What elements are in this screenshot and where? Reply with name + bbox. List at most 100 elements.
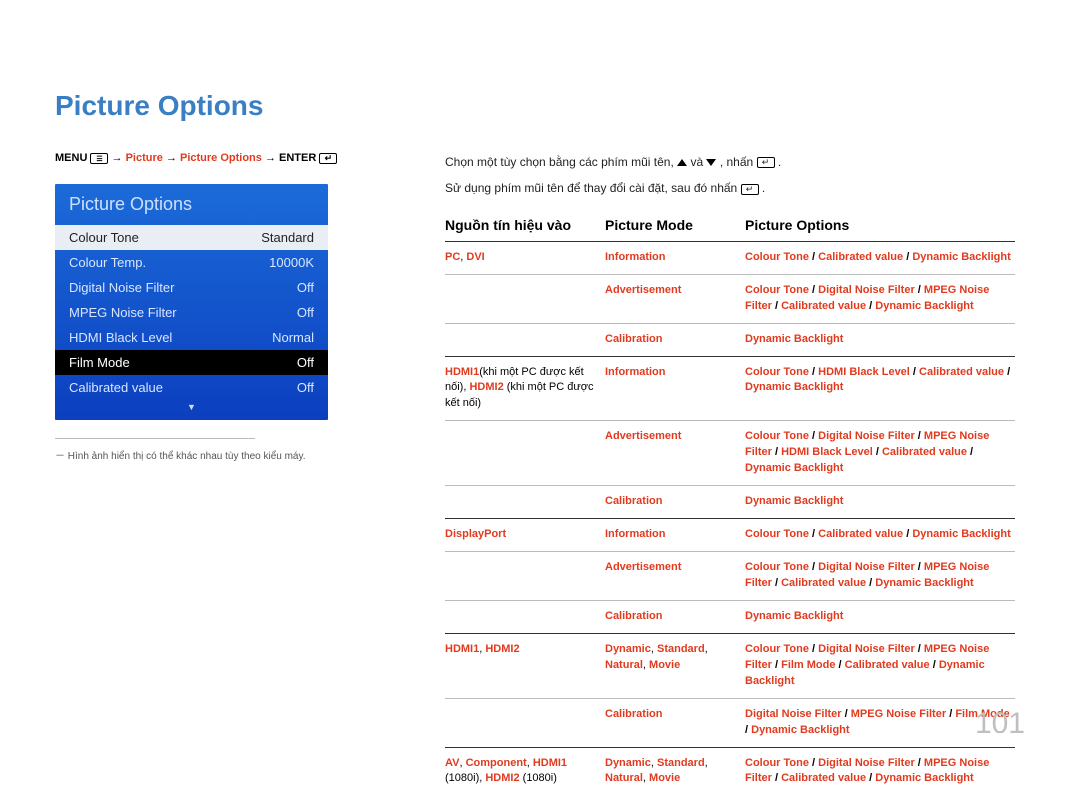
osd-label: Colour Temp. (69, 255, 146, 270)
osd-label: Film Mode (69, 355, 130, 370)
arrow-down-icon (706, 159, 716, 166)
cell-mode: Dynamic, Standard, Natural, Movie (605, 642, 745, 690)
table-row: CalibrationDynamic Backlight (445, 600, 1015, 633)
cell-source (445, 609, 605, 625)
osd-panel: Picture Options Colour ToneStandardColou… (55, 184, 328, 420)
chevron-down-icon: ▼ (55, 400, 328, 412)
osd-value: 10000K (269, 255, 314, 270)
cell-mode: Information (605, 365, 745, 413)
cell-options: Dynamic Backlight (745, 332, 1015, 348)
table-row: CalibrationDigital Noise Filter / MPEG N… (445, 698, 1015, 747)
cell-options: Colour Tone / Digital Noise Filter / MPE… (745, 283, 1015, 315)
table-row: HDMI1, HDMI2Dynamic, Standard, Natural, … (445, 634, 1015, 698)
table-row: AV, Component, HDMI1 (1080i), HDMI2 (108… (445, 748, 1015, 795)
cell-mode: Calibration (605, 332, 745, 348)
cell-source (445, 332, 605, 348)
breadcrumb-p2: Picture Options (180, 152, 262, 164)
cell-mode: Advertisement (605, 429, 745, 477)
instruction-1: Chọn một tùy chọn bằng các phím mũi tên,… (445, 152, 1025, 172)
cell-source: DisplayPort (445, 527, 605, 543)
cell-options: Colour Tone / Digital Noise Filter / MPE… (745, 642, 1015, 690)
cell-options: Colour Tone / Digital Noise Filter / MPE… (745, 756, 1015, 788)
table-group: AV, Component, HDMI1 (1080i), HDMI2 (108… (445, 747, 1015, 795)
table-row: CalibrationDynamic Backlight (445, 323, 1015, 356)
cell-options: Colour Tone / Calibrated value / Dynamic… (745, 250, 1015, 266)
table-row: AdvertisementColour Tone / Digital Noise… (445, 420, 1015, 485)
cell-mode: Information (605, 527, 745, 543)
cell-options: Colour Tone / Calibrated value / Dynamic… (745, 527, 1015, 543)
page-number: 101 (975, 707, 1025, 741)
cell-source (445, 494, 605, 510)
osd-value: Off (297, 355, 314, 370)
enter-icon (319, 153, 337, 164)
cell-mode: Information (605, 250, 745, 266)
table-group: DisplayPortInformationColour Tone / Cali… (445, 518, 1015, 633)
cell-options: Dynamic Backlight (745, 609, 1015, 625)
osd-row-3: MPEG Noise Filter Off (55, 300, 328, 325)
breadcrumb-arrow1: → (112, 152, 126, 164)
table-group: HDMI1, HDMI2Dynamic, Standard, Natural, … (445, 633, 1015, 747)
table-row: PC, DVIInformationColour Tone / Calibrat… (445, 242, 1015, 274)
options-table: Nguồn tín hiệu vào Picture Mode Picture … (445, 217, 1015, 795)
table-row: AdvertisementColour Tone / Digital Noise… (445, 551, 1015, 600)
table-group: PC, DVIInformationColour Tone / Calibrat… (445, 241, 1015, 356)
cell-source: AV, Component, HDMI1 (1080i), HDMI2 (108… (445, 756, 605, 788)
osd-value: Off (297, 380, 314, 395)
footnote: － Hình ảnh hiển thị có thể khác nhau tùy… (55, 447, 370, 462)
table-row: CalibrationDynamic Backlight (445, 485, 1015, 518)
page-title: Picture Options (55, 90, 1025, 122)
cell-source (445, 560, 605, 592)
osd-label: MPEG Noise Filter (69, 305, 177, 320)
cell-source (445, 707, 605, 739)
breadcrumb-menu: MENU (55, 152, 87, 164)
cell-source (445, 283, 605, 315)
osd-value: Off (297, 305, 314, 320)
cell-mode: Calibration (605, 609, 745, 625)
osd-label: Digital Noise Filter (69, 280, 174, 295)
enter-icon (757, 157, 775, 168)
table-row: AdvertisementColour Tone / Digital Noise… (445, 274, 1015, 323)
osd-header: Picture Options (55, 184, 328, 225)
osd-row-4: HDMI Black Level Normal (55, 325, 328, 350)
cell-mode: Advertisement (605, 560, 745, 592)
osd-value: Normal (272, 330, 314, 345)
th-source: Nguồn tín hiệu vào (445, 217, 605, 233)
cell-options: Colour Tone / HDMI Black Level / Calibra… (745, 365, 1015, 413)
osd-value: Standard (261, 230, 314, 245)
cell-mode: Calibration (605, 707, 745, 739)
cell-mode: Advertisement (605, 283, 745, 315)
th-options: Picture Options (745, 217, 1015, 233)
osd-row-6: Calibrated value Off (55, 375, 328, 400)
osd-row-2: Digital Noise Filter Off (55, 275, 328, 300)
cell-source (445, 429, 605, 477)
th-mode: Picture Mode (605, 217, 745, 233)
cell-mode: Calibration (605, 494, 745, 510)
cell-source: PC, DVI (445, 250, 605, 266)
table-row: DisplayPortInformationColour Tone / Cali… (445, 519, 1015, 551)
cell-options: Colour Tone / Digital Noise Filter / MPE… (745, 560, 1015, 592)
osd-label: Colour Tone (69, 230, 139, 245)
menu-icon (90, 153, 108, 164)
cell-options: Dynamic Backlight (745, 494, 1015, 510)
cell-options: Colour Tone / Digital Noise Filter / MPE… (745, 429, 1015, 477)
table-row: HDMI1(khi một PC được kết nối), HDMI2 (k… (445, 357, 1015, 421)
osd-row-5: Film Mode Off (55, 350, 328, 375)
osd-row-0: Colour Tone Standard (55, 225, 328, 250)
breadcrumb-arrow3: → (265, 152, 279, 164)
breadcrumb-p1: Picture (126, 152, 163, 164)
osd-value: Off (297, 280, 314, 295)
table-header: Nguồn tín hiệu vào Picture Mode Picture … (445, 217, 1015, 241)
osd-label: HDMI Black Level (69, 330, 172, 345)
breadcrumb-enter: ENTER (279, 152, 316, 164)
divider (55, 438, 255, 439)
table-group: HDMI1(khi một PC được kết nối), HDMI2 (k… (445, 356, 1015, 519)
cell-source: HDMI1, HDMI2 (445, 642, 605, 690)
enter-icon (741, 184, 759, 195)
instruction-2: Sử dụng phím mũi tên để thay đổi cài đặt… (445, 178, 1025, 198)
breadcrumb: MENU → Picture → Picture Options → ENTER (55, 152, 370, 164)
cell-mode: Dynamic, Standard, Natural, Movie (605, 756, 745, 788)
osd-label: Calibrated value (69, 380, 163, 395)
breadcrumb-arrow2: → (166, 152, 180, 164)
arrow-up-icon (677, 159, 687, 166)
cell-source: HDMI1(khi một PC được kết nối), HDMI2 (k… (445, 365, 605, 413)
